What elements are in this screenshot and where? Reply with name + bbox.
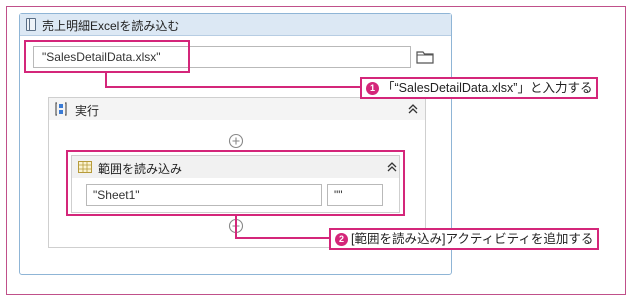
callout-2: 2 [範囲を読み込み]アクティビティを追加する [329,228,600,250]
callout-number: 2 [335,233,348,246]
callout-text: [範囲を読み込み]アクティビティを追加する [351,232,594,246]
callout-text: 「“SalesDetailData.xlsx”」と入力する [382,81,593,95]
callout-number: 1 [366,82,379,95]
callout-1: 1 「“SalesDetailData.xlsx”」と入力する [360,77,599,99]
callout-connectors [105,73,361,239]
